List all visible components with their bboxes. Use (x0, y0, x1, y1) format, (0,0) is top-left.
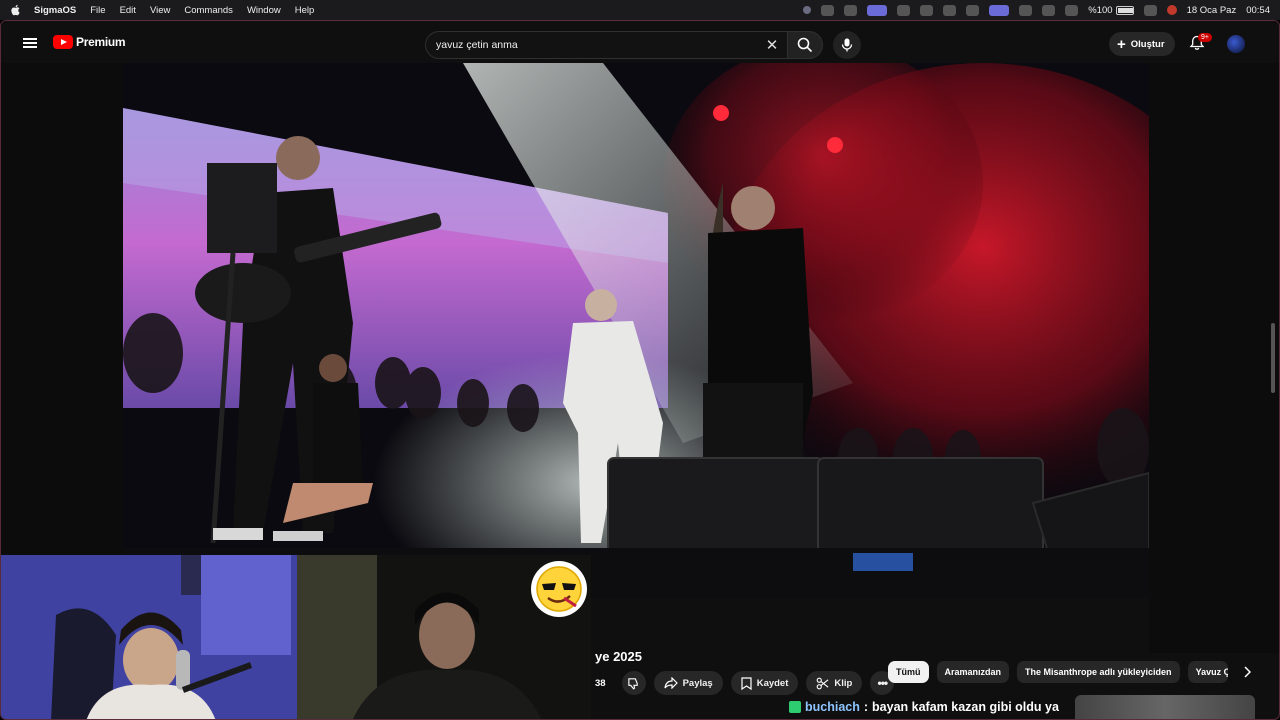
scissors-icon (817, 677, 829, 689)
chip-yavuz-cetin[interactable]: Yavuz Çe (1187, 661, 1228, 683)
chip-all[interactable]: Tümü (888, 661, 929, 683)
clip-label: Klip (834, 677, 853, 689)
bookmark-icon (741, 676, 752, 690)
discord-icon[interactable] (897, 4, 911, 16)
menu-view[interactable]: View (150, 5, 170, 16)
youtube-brand-label: Premium (76, 35, 126, 49)
toggle-icon[interactable] (1143, 4, 1157, 16)
chat-overlay-message: buchiach : bayan kafam kazan gibi oldu y… (789, 700, 1059, 714)
video-actions: 38 Paylaş Kaydet Klip ••• (591, 671, 895, 695)
battery-icon (1115, 5, 1134, 15)
create-button[interactable]: + Oluştur (1109, 32, 1175, 56)
spotlight-search-icon[interactable] (1042, 4, 1056, 16)
keyboard-icon[interactable] (1019, 4, 1033, 16)
share-button[interactable]: Paylaş (653, 671, 723, 695)
thumbs-down-icon (628, 677, 638, 690)
battery-indicator[interactable]: %100 (1088, 4, 1134, 16)
save-label: Kaydet (756, 677, 789, 689)
like-count[interactable]: 38 (591, 671, 614, 695)
menu-app-name[interactable]: SigmaOS (34, 5, 76, 16)
chip-from-search[interactable]: Aramanızdan (936, 661, 1010, 683)
plus-icon: + (1117, 35, 1126, 53)
menubar-time[interactable]: 00:54 (1246, 5, 1270, 16)
create-label: Oluştur (1130, 38, 1165, 50)
related-video-thumbnail[interactable] (1075, 695, 1255, 719)
status-dot-icon[interactable] (803, 6, 812, 14)
youtube-play-icon (53, 35, 73, 49)
chat-separator: : (863, 700, 869, 714)
record-icon[interactable] (1166, 5, 1177, 15)
chevron-right-icon[interactable] (1236, 661, 1258, 683)
menu-bar: SigmaOS File Edit View Commands Window H… (0, 0, 1280, 20)
chat-message-text: bayan kafam kazan gibi oldu ya (872, 700, 1059, 714)
video-player[interactable] (123, 63, 1149, 598)
search-button[interactable] (787, 31, 823, 59)
star-icon[interactable] (966, 4, 980, 16)
account-avatar[interactable] (1227, 35, 1245, 53)
sunglasses-emoji-sticker (531, 561, 587, 617)
scrollbar-thumb[interactable] (1271, 323, 1275, 393)
menu-window[interactable]: Window (247, 5, 281, 16)
video-title: ye 2025 (595, 649, 642, 664)
youtube-logo[interactable]: Premium (53, 35, 126, 49)
menu-file[interactable]: File (90, 5, 105, 16)
share-icon (663, 677, 678, 689)
youtube-header: Premium yavuz çetin anma ✕ + Oluştur 9+ (1, 21, 1279, 63)
webcam-scene-1 (1, 555, 297, 719)
status-area: %100 18 Oca Paz 00:54 (803, 0, 1270, 20)
voice-search-button[interactable] (833, 31, 861, 59)
apple-icon[interactable] (10, 4, 22, 16)
search-input[interactable]: yavuz çetin anma (436, 39, 760, 51)
menu-help[interactable]: Help (295, 5, 315, 16)
play-icon[interactable] (943, 4, 957, 16)
dislike-button[interactable] (621, 671, 646, 695)
concert-video-frame (123, 63, 1149, 598)
menubar-date[interactable]: 18 Oca Paz (1187, 5, 1237, 16)
chat-badge-icon (789, 701, 801, 713)
search-box[interactable]: yavuz çetin anma ✕ (425, 31, 789, 59)
clip-button[interactable]: Klip (806, 671, 863, 695)
grid-icon[interactable] (844, 4, 858, 16)
skype-icon[interactable] (920, 4, 934, 16)
browser-window: Premium yavuz çetin anma ✕ + Oluştur 9+ … (0, 20, 1280, 720)
microphone-icon (841, 38, 853, 52)
share-label: Paylaş (682, 677, 713, 689)
sync-icon[interactable] (821, 4, 835, 16)
more-dots-icon: ••• (877, 676, 889, 690)
cool-emoji-icon (536, 566, 582, 612)
hamburger-menu-icon[interactable] (23, 38, 37, 48)
menu-edit[interactable]: Edit (120, 5, 136, 16)
screen-share-icon[interactable] (867, 4, 888, 16)
control-center-icon[interactable] (1065, 4, 1079, 16)
save-button[interactable]: Kaydet (730, 671, 799, 695)
streamer-webcam (1, 555, 297, 719)
related-filter-chips: Tümü Aramanızdan The Misanthrope adlı yü… (888, 661, 1258, 683)
page-scrollbar[interactable] (1269, 63, 1277, 713)
chat-username: buchiach (805, 700, 860, 714)
player-letterbox-right (1149, 63, 1279, 653)
search-icon (797, 37, 813, 53)
chip-from-uploader[interactable]: The Misanthrope adlı yükleyiciden (1017, 661, 1180, 683)
battery-percent: %100 (1088, 4, 1113, 16)
clear-search-icon[interactable]: ✕ (760, 33, 784, 57)
notification-count-badge: 9+ (1198, 33, 1212, 42)
window-switcher-icon[interactable] (989, 4, 1010, 16)
menu-commands[interactable]: Commands (184, 5, 233, 16)
